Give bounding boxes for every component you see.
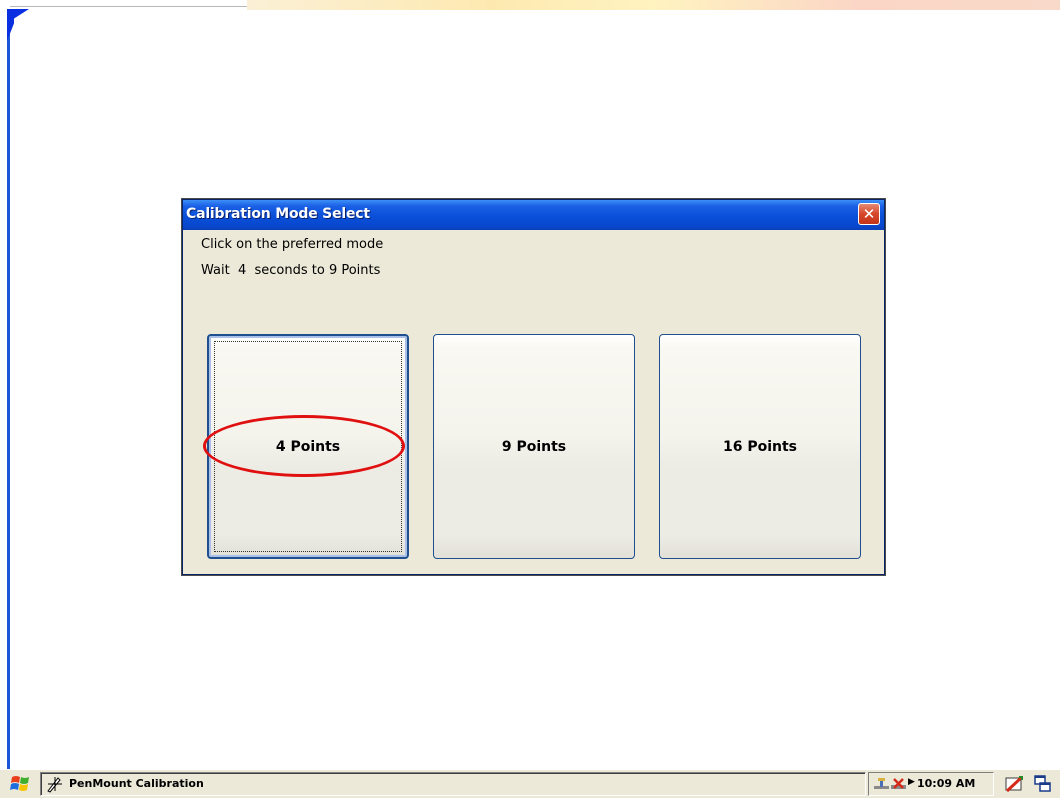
clock[interactable]: 10:09 AM	[917, 777, 975, 790]
close-button[interactable]: ✕	[858, 203, 880, 225]
taskbar-item-penmount[interactable]: PenMount Calibration	[40, 772, 866, 796]
windows-flag-icon	[10, 776, 29, 791]
tray-expand-icon[interactable]: ▶	[908, 777, 915, 787]
volume-icon[interactable]	[890, 776, 907, 792]
sixteen-points-label: 16 Points	[722, 438, 798, 455]
network-icon[interactable]	[873, 776, 890, 792]
taskbar: PenMount Calibration ▶ 10:09 AM	[0, 769, 1060, 798]
desktop-icon[interactable]	[1032, 773, 1054, 795]
four-points-label: 4 Points	[275, 438, 341, 455]
top-banner	[247, 0, 1060, 10]
instruction-text: Click on the preferred mode	[201, 237, 384, 252]
top-divider	[10, 6, 247, 7]
start-button[interactable]	[9, 773, 33, 795]
dialog-title: Calibration Mode Select	[186, 206, 370, 222]
left-edge-bar	[7, 9, 10, 769]
four-points-button[interactable]: 4 Points	[207, 334, 409, 559]
sixteen-points-button[interactable]: 16 Points	[659, 334, 861, 559]
countdown-text: Wait 4 seconds to 9 Points	[201, 263, 381, 278]
nine-points-button[interactable]: 9 Points	[433, 334, 635, 559]
input-panel-icon[interactable]	[1003, 773, 1025, 795]
dialog-titlebar[interactable]: Calibration Mode Select ✕	[183, 200, 884, 230]
calibration-mode-dialog: Calibration Mode Select ✕ Click on the p…	[181, 198, 886, 576]
calibration-corner-arrow-icon	[7, 9, 29, 23]
screen: Calibration Mode Select ✕ Click on the p…	[0, 0, 1060, 798]
nine-points-label: 9 Points	[501, 438, 567, 455]
pen-icon	[47, 777, 62, 793]
system-tray: ▶ 10:09 AM	[868, 772, 994, 796]
taskbar-item-label: PenMount Calibration	[69, 777, 204, 790]
